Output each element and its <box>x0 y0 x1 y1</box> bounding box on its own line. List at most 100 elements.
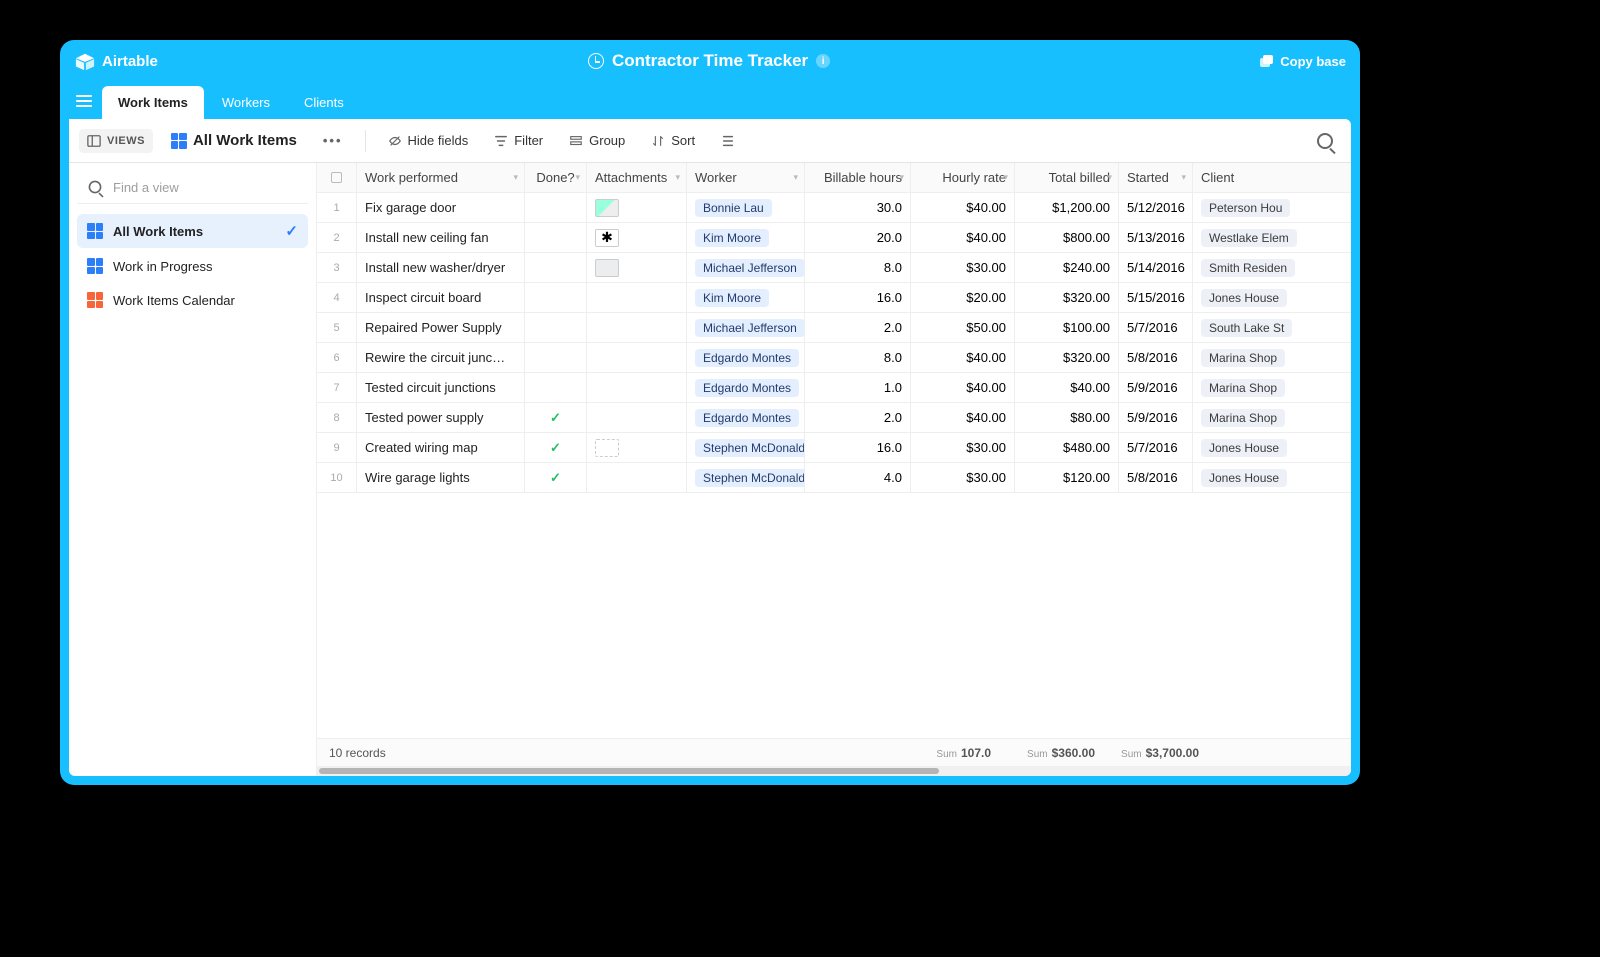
attachment-thumb[interactable] <box>595 439 619 457</box>
sort-button[interactable]: Sort <box>643 128 703 153</box>
cell-attachments[interactable] <box>587 403 687 432</box>
cell-total-billed[interactable]: $120.00 <box>1015 463 1119 492</box>
airtable-logo[interactable]: Airtable <box>74 51 158 71</box>
cell-work-performed[interactable]: Wire garage lights <box>357 463 525 492</box>
tables-menu-button[interactable] <box>68 87 100 115</box>
cell-attachments[interactable] <box>587 313 687 342</box>
column-client[interactable]: Client <box>1193 163 1349 192</box>
table-row[interactable]: 4Inspect circuit board Kim Moore16.0$20.0… <box>317 283 1351 313</box>
cell-billable-hours[interactable]: 1.0 <box>805 373 911 402</box>
cell-done[interactable]: ✓ <box>525 463 587 492</box>
column-attachments[interactable]: Attachments▾ <box>587 163 687 192</box>
cell-work-performed[interactable]: Fix garage door <box>357 193 525 222</box>
cell-billable-hours[interactable]: 2.0 <box>805 313 911 342</box>
row-number[interactable]: 2 <box>317 223 357 252</box>
row-number[interactable]: 1 <box>317 193 357 222</box>
cell-total-billed[interactable]: $40.00 <box>1015 373 1119 402</box>
cell-hourly-rate[interactable]: $30.00 <box>911 433 1015 462</box>
cell-client[interactable]: Marina Shop <box>1193 343 1349 372</box>
cell-client[interactable]: Smith Residen <box>1193 253 1349 282</box>
row-number[interactable]: 3 <box>317 253 357 282</box>
table-row[interactable]: 2Install new ceiling fan✱Kim Moore20.0$4… <box>317 223 1351 253</box>
cell-total-billed[interactable]: $1,200.00 <box>1015 193 1119 222</box>
cell-hourly-rate[interactable]: $40.00 <box>911 343 1015 372</box>
cell-hourly-rate[interactable]: $20.00 <box>911 283 1015 312</box>
cell-attachments[interactable] <box>587 373 687 402</box>
cell-total-billed[interactable]: $100.00 <box>1015 313 1119 342</box>
cell-worker[interactable]: Kim Moore <box>687 223 805 252</box>
cell-work-performed[interactable]: Install new washer/dryer <box>357 253 525 282</box>
cell-work-performed[interactable]: Tested power supply <box>357 403 525 432</box>
filter-button[interactable]: Filter <box>486 128 551 153</box>
cell-started[interactable]: 5/14/2016 <box>1119 253 1193 282</box>
cell-hourly-rate[interactable]: $40.00 <box>911 403 1015 432</box>
cell-worker[interactable]: Kim Moore <box>687 283 805 312</box>
row-number[interactable]: 8 <box>317 403 357 432</box>
cell-hourly-rate[interactable]: $40.00 <box>911 373 1015 402</box>
cell-work-performed[interactable]: Inspect circuit board <box>357 283 525 312</box>
cell-started[interactable]: 5/8/2016 <box>1119 463 1193 492</box>
table-row[interactable]: 7Tested circuit junctionsEdgardo Montes1… <box>317 373 1351 403</box>
cell-work-performed[interactable]: Tested circuit junctions <box>357 373 525 402</box>
cell-work-performed[interactable]: Rewire the circuit junc… <box>357 343 525 372</box>
tab-clients[interactable]: Clients <box>288 86 360 119</box>
cell-client[interactable]: South Lake St <box>1193 313 1349 342</box>
column-done[interactable]: Done?▾ <box>525 163 587 192</box>
cell-hourly-rate[interactable]: $40.00 <box>911 193 1015 222</box>
cell-hourly-rate[interactable]: $50.00 <box>911 313 1015 342</box>
column-started[interactable]: Started▾ <box>1119 163 1193 192</box>
view-item-work-items-calendar[interactable]: Work Items Calendar <box>77 284 308 316</box>
table-row[interactable]: 3Install new washer/dryer Michael Jeffers… <box>317 253 1351 283</box>
cell-total-billed[interactable]: $800.00 <box>1015 223 1119 252</box>
table-row[interactable]: 5Repaired Power SupplyMichael Jefferson2… <box>317 313 1351 343</box>
attachment-thumb[interactable] <box>595 259 619 277</box>
group-button[interactable]: Group <box>561 128 633 153</box>
row-number[interactable]: 5 <box>317 313 357 342</box>
row-number[interactable]: 4 <box>317 283 357 312</box>
cell-hourly-rate[interactable]: $30.00 <box>911 463 1015 492</box>
cell-hourly-rate[interactable]: $40.00 <box>911 223 1015 252</box>
table-row[interactable]: 6Rewire the circuit junc…Edgardo Montes8… <box>317 343 1351 373</box>
cell-worker[interactable]: Michael Jefferson <box>687 253 805 282</box>
cell-worker[interactable]: Michael Jefferson <box>687 313 805 342</box>
cell-done[interactable] <box>525 373 587 402</box>
cell-started[interactable]: 5/7/2016 <box>1119 433 1193 462</box>
column-billable-hours[interactable]: Billable hours▾ <box>805 163 911 192</box>
cell-client[interactable]: Jones House <box>1193 433 1349 462</box>
select-all-checkbox[interactable] <box>317 163 357 192</box>
cell-attachments[interactable] <box>587 433 687 462</box>
cell-total-billed[interactable]: $320.00 <box>1015 283 1119 312</box>
row-number[interactable]: 9 <box>317 433 357 462</box>
cell-attachments[interactable]: ✱ <box>587 223 687 252</box>
table-row[interactable]: 1Fix garage doorBonnie Lau30.0$40.00$1,2… <box>317 193 1351 223</box>
attachment-thumb[interactable] <box>595 199 619 217</box>
row-height-button[interactable] <box>713 129 743 153</box>
cell-done[interactable]: ✓ <box>525 403 587 432</box>
cell-client[interactable]: Westlake Elem <box>1193 223 1349 252</box>
cell-hourly-rate[interactable]: $30.00 <box>911 253 1015 282</box>
views-toggle-button[interactable]: VIEWS <box>79 129 153 153</box>
cell-billable-hours[interactable]: 16.0 <box>805 283 911 312</box>
cell-worker[interactable]: Edgardo Montes <box>687 373 805 402</box>
row-number[interactable]: 10 <box>317 463 357 492</box>
current-view-button[interactable]: All Work Items <box>163 127 305 154</box>
cell-attachments[interactable] <box>587 343 687 372</box>
cell-client[interactable]: Jones House <box>1193 463 1349 492</box>
cell-worker[interactable]: Edgardo Montes <box>687 403 805 432</box>
table-row[interactable]: 10Wire garage lights✓Stephen McDonald4.0… <box>317 463 1351 493</box>
table-row[interactable]: 9Created wiring map✓Stephen McDonald16.0… <box>317 433 1351 463</box>
cell-done[interactable] <box>525 313 587 342</box>
table-row[interactable]: 8Tested power supply✓Edgardo Montes2.0$4… <box>317 403 1351 433</box>
cell-billable-hours[interactable]: 4.0 <box>805 463 911 492</box>
column-hourly-rate[interactable]: Hourly rate▾ <box>911 163 1015 192</box>
cell-billable-hours[interactable]: 8.0 <box>805 343 911 372</box>
cell-done[interactable] <box>525 223 587 252</box>
cell-attachments[interactable] <box>587 253 687 282</box>
view-item-work-in-progress[interactable]: Work in Progress <box>77 250 308 282</box>
base-title[interactable]: Contractor Time Tracker i <box>158 51 1260 71</box>
cell-billable-hours[interactable]: 20.0 <box>805 223 911 252</box>
cell-done[interactable]: ✓ <box>525 433 587 462</box>
cell-started[interactable]: 5/9/2016 <box>1119 373 1193 402</box>
cell-worker[interactable]: Stephen McDonald <box>687 433 805 462</box>
cell-work-performed[interactable]: Created wiring map <box>357 433 525 462</box>
